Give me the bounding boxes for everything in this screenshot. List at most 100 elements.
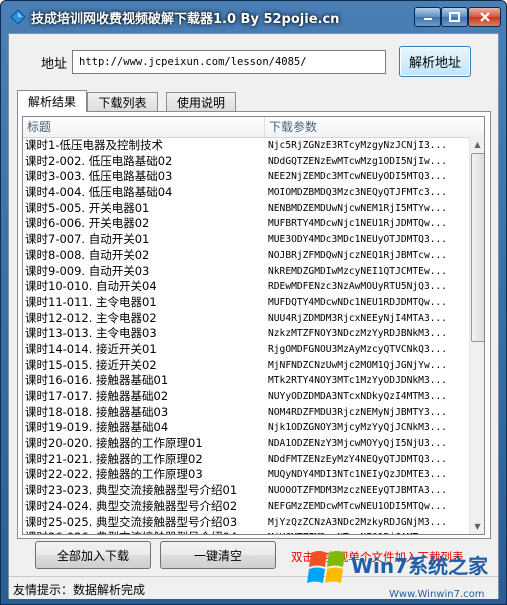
- result-list[interactable]: 标题 下载参数 课时1-低压电器及控制技术 Njc5RjZGNzE3RTcyMzg…: [22, 116, 485, 535]
- table-row[interactable]: 课时11-011. 主令电器01 MUFDQTY4MDcwNDc1NEU1RDJD…: [23, 295, 469, 311]
- window-title: 技成培训网收费视频破解下载器1.0 By 52pojie.cn: [31, 12, 340, 27]
- row-param: NzkzMTZFNOY3NDczMzYyRDJBNkM3...: [268, 328, 448, 340]
- table-row[interactable]: 课时16-016. 接触器基础01 MTk2RTY4NOY3MTc1MzYyODJ…: [23, 373, 469, 389]
- table-row[interactable]: 课时2-002. 低压电路基础02 NDdGQTZENzEwMTcwMzg1ODI…: [23, 154, 469, 170]
- status-text: 友情提示：数据解析完成: [13, 583, 146, 597]
- row-title: 课时1-低压电器及控制技术: [25, 138, 163, 152]
- column-header-param[interactable]: 下载参数: [265, 117, 473, 137]
- tab-download-list[interactable]: 下载列表: [87, 92, 158, 111]
- row-title: 课时16-016. 接触器基础01: [25, 373, 169, 388]
- row-param: NDA1ODZENzY3MjcwMOYyQjI5NjU3...: [268, 438, 448, 450]
- clear-all-button[interactable]: 一键清空: [160, 541, 276, 569]
- table-row[interactable]: 课时9-009. 自动开关03 NkREMDZGMDIwMzcyNEI1QTJCM…: [23, 264, 469, 280]
- table-row[interactable]: 课时13-013. 主令电器03 NzkzMTZFNOY3NDczMzYyRDJB…: [23, 326, 469, 342]
- row-title: 课时6-006. 开关电器02: [25, 216, 150, 231]
- scroll-thumb[interactable]: [471, 153, 484, 342]
- table-row[interactable]: 课时14-014. 接近开关01 RjgOMDFGNOU3MzAyMzcyQTVC…: [23, 342, 469, 358]
- minimize-button[interactable]: [414, 7, 441, 27]
- close-button[interactable]: [468, 7, 501, 27]
- url-input[interactable]: http://www.jcpeixun.com/lesson/4085/: [72, 50, 386, 74]
- row-title: 课时23-023. 典型交流接触器型号介绍01: [25, 483, 238, 498]
- table-row[interactable]: 课时23-023. 典型交流接触器型号介绍01 NUOOOTZFMDM3MzczN…: [23, 483, 469, 499]
- row-param: MOIOMDZBMDQ3Mzc3NEQyQTJFMTc3...: [268, 187, 448, 199]
- row-title: 课时21-021. 接触器的工作原理02: [25, 451, 203, 466]
- scroll-down-arrow-icon[interactable]: ▼: [471, 519, 484, 534]
- watermark-url: Www.Winwin7.com: [389, 589, 484, 600]
- table-row[interactable]: 课时22-022. 接触器的工作原理03 MUQyNDY4MDI3NTc1NEIy…: [23, 467, 469, 483]
- row-title: 课时20-020. 接触器的工作原理01: [25, 436, 203, 451]
- scroll-up-arrow-icon[interactable]: ▲: [471, 137, 484, 152]
- table-row[interactable]: 课时3-003. 低压电路基础03 NEE2NjZEMDc3MTcwNEUyODI…: [23, 169, 469, 185]
- row-param: Njk1ODZGNOY3MjcyMzYyQjJCNkM3...: [268, 422, 448, 434]
- list-rows: 课时1-低压电器及控制技术 Njc5RjZGNzE3RTcyMzgyNzJCNjI…: [23, 138, 469, 534]
- app-diamond-icon: [10, 9, 26, 25]
- app-window: 技成培训网收费视频破解下载器1.0 By 52pojie.cn 地址 http:…: [0, 0, 507, 605]
- close-icon: [479, 12, 490, 22]
- title-bar[interactable]: 技成培训网收费视频破解下载器1.0 By 52pojie.cn: [1, 1, 506, 33]
- row-title: 课时2-002. 低压电路基础02: [25, 153, 173, 168]
- table-row[interactable]: 课时18-018. 接触器基础03 NOM4RDZFMDU3RjczNEMyNjJ…: [23, 405, 469, 421]
- add-all-download-button[interactable]: 全部加入下载: [35, 541, 151, 569]
- table-row[interactable]: 课时20-020. 接触器的工作原理01 NDA1ODZENzY3MjcwMOYy…: [23, 436, 469, 452]
- maximize-button[interactable]: [441, 7, 468, 27]
- table-row[interactable]: 课时19-019. 接触器基础04 Njk1ODZGNOY3MjcyMzYyQjJ…: [23, 420, 469, 436]
- row-title: 课时22-022. 接触器的工作原理03: [25, 467, 203, 482]
- table-row[interactable]: 课时6-006. 开关电器02 MUFBRTY4MDcwNjc1NEU1RjJDM…: [23, 216, 469, 232]
- table-row[interactable]: 课时4-004. 低压电路基础04 MOIOMDZBMDQ3Mzc3NEQyQTJ…: [23, 185, 469, 201]
- row-param: NDdFMTZENzEyMzY4NEQyQTJDMTQ3...: [268, 453, 448, 465]
- row-param: MUQyNDY4MDI3NTc1NEIyQzJDMTE3...: [268, 469, 448, 481]
- row-param: NEE2NjZEMDc3MTcwNEUyODI5MTQ3...: [268, 171, 448, 183]
- row-title: 课时11-011. 主令电器01: [25, 294, 157, 309]
- table-row[interactable]: 课时26-026. 典型交流接触器型号介绍04 MjVGMTZFMDcwNTcyN…: [23, 530, 469, 534]
- table-row[interactable]: 课时21-021. 接触器的工作原理02 NDdFMTZENzEyMzY4NEQy…: [23, 452, 469, 468]
- row-param: NkREMDZGMDIwMzcyNEI1QTJCMTEw...: [268, 265, 448, 277]
- row-param: NENBMDZEMDUwNjcwNEM1RjI5MTYw...: [268, 202, 448, 214]
- client-area: 地址 http://www.jcpeixun.com/lesson/4085/ …: [8, 33, 499, 599]
- row-title: 课时19-019. 接触器基础04: [25, 420, 169, 435]
- table-row[interactable]: 课时15-015. 接近开关02 MjNFNDZCNzUwMjc2MOM1QjJG…: [23, 358, 469, 374]
- address-label: 地址: [41, 57, 68, 72]
- row-param: NOM4RDZFMDU3RjczNEMyNjJBMTY3...: [268, 406, 448, 418]
- table-row[interactable]: 课时8-008. 自动开关02 NOJBRjZFMDQwNjczNEQ1RjJBM…: [23, 248, 469, 264]
- row-title: 课时13-013. 主令电器03: [25, 326, 157, 341]
- tab-panel: 标题 下载参数 课时1-低压电器及控制技术 Njc5RjZGNzE3RTcyMzg…: [17, 111, 491, 539]
- row-title: 课时10-010. 自动开关04: [25, 279, 157, 294]
- row-param: NUOOOTZFMDM3MzczNEEyQTJBMTA3...: [268, 485, 448, 497]
- tab-parse-result[interactable]: 解析结果: [17, 90, 87, 112]
- row-title: 课时17-017. 接触器基础02: [25, 389, 169, 403]
- minimize-icon: [423, 18, 432, 20]
- row-param: MjVGMTZFMDcwNTcyNEQ1RjJAMTcw...: [268, 530, 447, 534]
- row-title: 课时8-008. 自动开关02: [25, 247, 150, 262]
- row-title: 课时15-015. 接近开关02: [25, 357, 157, 372]
- watermark-brand: Win7系统之家: [351, 554, 489, 578]
- row-title: 课时3-003. 低压电路基础03: [25, 169, 173, 184]
- list-header: 标题 下载参数: [23, 117, 484, 138]
- row-param: NUU4RjZDMDM3RjcxNEEyNjI4MTA3...: [268, 312, 448, 324]
- row-param: NOJBRjZFMDQwNjczNEQ1RjJBMTcw...: [268, 249, 448, 261]
- table-row[interactable]: 课时7-007. 自动开关01 MUE3ODY4MDc3MDc1NEUyOTJDM…: [23, 232, 469, 248]
- table-row[interactable]: 课时10-010. 自动开关04 RDEwMDFENzc3NzAwMOUyRTU5…: [23, 279, 469, 295]
- table-row[interactable]: 课时17-017. 接触器基础02 NUYyODZDMDA3NTcxNDkyQzI…: [23, 389, 469, 405]
- table-row[interactable]: 课时24-024. 典型交流接触器型号介绍02 NEFGMzZEMDcwMTcwN…: [23, 499, 469, 515]
- parse-address-button[interactable]: 解析地址: [399, 46, 471, 77]
- row-title: 课时25-025. 典型交流接触器型号介绍03: [25, 514, 238, 529]
- vertical-scrollbar[interactable]: ▲ ▼: [469, 137, 484, 534]
- tab-instructions[interactable]: 使用说明: [166, 92, 236, 111]
- row-title: 课时4-004. 低压电路基础04: [25, 185, 173, 200]
- row-param: MUFDQTY4MDcwNDc1NEU1RDJDMTQw...: [268, 296, 448, 308]
- table-row[interactable]: 课时1-低压电器及控制技术 Njc5RjZGNzE3RTcyMzgyNzJCNjI…: [23, 138, 469, 154]
- table-row[interactable]: 课时12-012. 主令电器02 NUU4RjZDMDM3RjcxNEEyNjI4…: [23, 311, 469, 327]
- column-header-title[interactable]: 标题: [23, 117, 265, 137]
- table-row[interactable]: 课时25-025. 典型交流接触器型号介绍03 MjYzQzZCNzA3NDc2M…: [23, 515, 469, 531]
- row-title: 课时9-009. 自动开关03: [25, 263, 150, 278]
- maximize-icon: [449, 12, 460, 22]
- row-title: 课时7-007. 自动开关01: [25, 232, 150, 247]
- row-title: 课时18-018. 接触器基础03: [25, 404, 169, 419]
- row-param: Njc5RjZGNzE3RTcyMzgyNzJCNjI3...: [268, 140, 448, 151]
- row-title: 课时26-026. 典型交流接触器型号介绍04: [25, 530, 237, 534]
- row-param: NDdGQTZENzEwMTcwMzg1ODI5NjIw...: [268, 155, 448, 167]
- row-title: 课时24-024. 典型交流接触器型号介绍02: [25, 498, 238, 513]
- win7-watermark-logo: Win7系统之家 Www.Winwin7.com: [307, 551, 489, 600]
- table-row[interactable]: 课时5-005. 开关电器01 NENBMDZEMDUwNjcwNEM1RjI5M…: [23, 201, 469, 217]
- row-param: RDEwMDFENzc3NzAwMOUyRTU5NjQ3...: [268, 281, 448, 293]
